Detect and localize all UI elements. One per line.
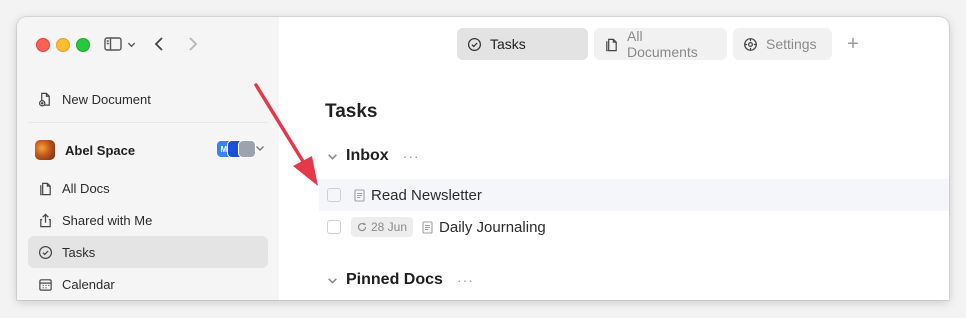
task-title[interactable]: Read Newsletter: [371, 187, 482, 204]
app-window: New Document Abel Space MI All Docs Shar…: [17, 17, 949, 300]
due-date-badge[interactable]: 28 Jun: [351, 217, 414, 237]
more-options-button[interactable]: ···: [457, 272, 474, 288]
sidebar-item-all-docs[interactable]: All Docs: [28, 172, 268, 204]
section-header-pinned-docs[interactable]: Pinned Docs ···: [327, 270, 474, 290]
calendar-icon: [39, 278, 52, 291]
section-title: Pinned Docs: [346, 271, 443, 288]
recurring-icon: [357, 222, 367, 232]
chevron-right-icon: [189, 37, 198, 51]
sidebar-icon: [104, 37, 122, 51]
sidebar-item-label: Shared with Me: [62, 212, 153, 228]
check-circle-icon: [38, 245, 53, 259]
sidebar-item-label: All Docs: [62, 180, 110, 196]
workspace-avatar: [35, 140, 55, 160]
main-content: Tasks Inbox ··· Read Newsletter 28 Jun D…: [279, 17, 949, 300]
section-title: Inbox: [346, 147, 389, 164]
new-document-icon: [38, 92, 50, 106]
workspace-members[interactable]: MI: [216, 140, 256, 158]
chevron-down-icon[interactable]: [255, 143, 265, 153]
chevron-down-icon: [127, 42, 136, 47]
task-row[interactable]: 28 Jun Daily Journaling: [319, 211, 949, 243]
task-checkbox[interactable]: [327, 188, 341, 202]
share-icon: [40, 213, 51, 227]
page-title: Tasks: [325, 101, 378, 122]
back-button[interactable]: [149, 32, 169, 56]
task-title[interactable]: Daily Journaling: [439, 219, 546, 236]
sidebar-item-label: Tasks: [62, 244, 96, 260]
sidebar-toggle-button[interactable]: [102, 32, 138, 56]
section-header-inbox[interactable]: Inbox ···: [327, 146, 420, 166]
workspace-name: Abel Space: [65, 142, 136, 158]
sidebar-item-tasks[interactable]: Tasks: [28, 236, 268, 268]
workspace-switcher[interactable]: Abel Space MI: [35, 139, 270, 161]
chevron-left-icon: [154, 37, 163, 51]
documents-icon: [40, 182, 51, 195]
document-icon: [354, 188, 365, 202]
member-avatar: [238, 140, 256, 158]
sidebar-item-shared-with-me[interactable]: Shared with Me: [28, 204, 268, 236]
task-checkbox[interactable]: [327, 220, 341, 234]
new-document-button[interactable]: New Document: [28, 83, 268, 115]
forward-button[interactable]: [183, 32, 203, 56]
minimize-window-button[interactable]: [56, 38, 70, 52]
zoom-window-button[interactable]: [76, 38, 90, 52]
close-window-button[interactable]: [36, 38, 50, 52]
more-options-button[interactable]: ···: [403, 148, 420, 164]
sidebar-item-calendar[interactable]: Calendar: [28, 268, 268, 300]
task-row[interactable]: Read Newsletter: [319, 179, 949, 211]
chevron-down-icon: [328, 153, 337, 160]
document-icon: [422, 220, 433, 234]
sidebar-item-label: Calendar: [62, 276, 115, 292]
sidebar-divider: [28, 122, 268, 123]
chevron-down-icon: [328, 277, 337, 284]
due-date-label: 28 Jun: [371, 220, 408, 234]
new-document-label: New Document: [62, 91, 151, 107]
